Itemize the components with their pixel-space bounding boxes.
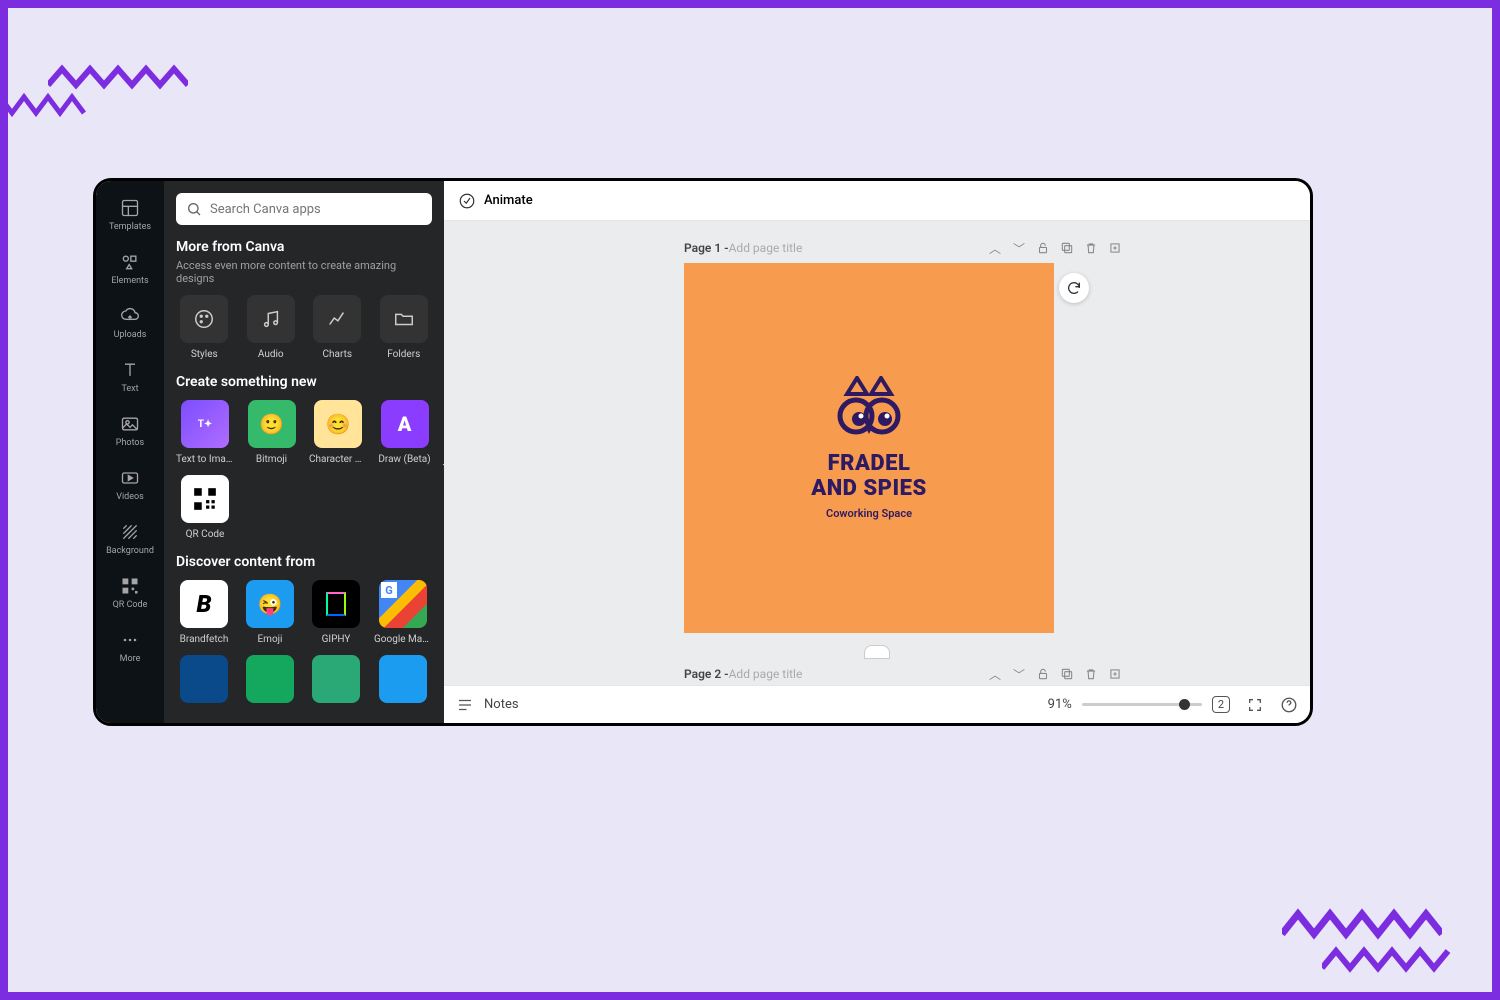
fullscreen-icon[interactable]: [1246, 696, 1264, 714]
rail-text[interactable]: Text: [98, 353, 162, 401]
owl-logo-icon: [829, 376, 909, 441]
tile-giphy[interactable]: GIPHY: [308, 580, 364, 645]
page-down-icon[interactable]: ﹀: [1010, 239, 1028, 257]
page-1-title-input[interactable]: Add page title: [729, 241, 803, 255]
app-window: Templates Elements Uploads Text Photos V…: [93, 178, 1313, 726]
tile-folders[interactable]: Folders: [376, 295, 433, 360]
canvas-area: Animate Page 1 - Add page title ︿ ﹀: [444, 181, 1310, 723]
search-icon: [186, 201, 202, 217]
folder-icon: [393, 308, 415, 330]
delete-icon[interactable]: [1082, 239, 1100, 257]
tile-google-maps[interactable]: GGoogle Maps: [374, 580, 432, 645]
help-icon[interactable]: [1280, 696, 1298, 714]
animate-button[interactable]: Animate: [484, 193, 533, 208]
tile-draw[interactable]: ADraw (Beta): [377, 400, 432, 465]
page-up-icon[interactable]: ︿: [986, 665, 1004, 683]
music-icon: [260, 308, 282, 330]
tile-emoji[interactable]: 😜Emoji: [242, 580, 298, 645]
search-input[interactable]: [210, 202, 422, 217]
editor-toolbar: Animate: [444, 181, 1310, 221]
tile-bitmoji[interactable]: 🙂Bitmoji: [244, 400, 299, 465]
logo-tagline: Coworking Space: [826, 507, 912, 520]
rail-videos[interactable]: Videos: [98, 461, 162, 509]
page-1-artboard[interactable]: FRADELAND SPIES Coworking Space: [684, 263, 1054, 633]
rail-uploads[interactable]: Uploads: [98, 299, 162, 347]
tile-styles[interactable]: Styles: [176, 295, 233, 360]
add-page-tab[interactable]: [864, 645, 890, 659]
rail-background[interactable]: Background: [98, 515, 162, 563]
section-create-title: Create something new: [176, 374, 432, 390]
section-more-sub: Access even more content to create amazi…: [176, 259, 432, 285]
page-down-icon[interactable]: ﹀: [1010, 665, 1028, 683]
page-2-header: Page 2 - Add page title ︿ ﹀: [684, 665, 1124, 683]
tile-charts[interactable]: Charts: [309, 295, 366, 360]
chart-icon: [326, 308, 348, 330]
duplicate-icon[interactable]: [1058, 665, 1076, 683]
page-1-header: Page 1 - Add page title ︿ ﹀: [684, 239, 1124, 257]
decoration-zigzag: [48, 63, 188, 93]
rail-more[interactable]: More: [98, 623, 162, 671]
decoration-zigzag: [1322, 946, 1462, 974]
logo-text: FRADELAND SPIES: [811, 451, 926, 501]
apps-panel: More from Canva Access even more content…: [164, 181, 444, 723]
page-2-title-input[interactable]: Add page title: [729, 667, 803, 681]
notes-icon: [456, 696, 474, 714]
tile-audio[interactable]: Audio: [243, 295, 300, 360]
section-more-title: More from Canva: [176, 239, 432, 255]
decoration-zigzag: [0, 93, 108, 119]
rail-qrcode[interactable]: QR Code: [98, 569, 162, 617]
rail-elements[interactable]: Elements: [98, 245, 162, 293]
page-count[interactable]: 2: [1212, 696, 1230, 713]
rail-photos[interactable]: Photos: [98, 407, 162, 455]
zoom-level[interactable]: 91%: [1048, 697, 1072, 712]
page-up-icon[interactable]: ︿: [986, 239, 1004, 257]
tile-brandfetch[interactable]: BBrandfetch: [176, 580, 232, 645]
palette-icon: [193, 308, 215, 330]
rail-templates[interactable]: Templates: [98, 191, 162, 239]
add-page-icon[interactable]: [1106, 665, 1124, 683]
tile-text-to-image[interactable]: T✦Text to Imag...: [176, 400, 234, 465]
tile-character-builder[interactable]: 😊Character B...: [309, 400, 367, 465]
notes-button[interactable]: Notes: [484, 697, 519, 712]
add-page-icon[interactable]: [1106, 239, 1124, 257]
tile-extra-4[interactable]: [374, 655, 432, 703]
stage: Page 1 - Add page title ︿ ﹀: [444, 221, 1310, 685]
footer-bar: Notes 91% 2: [444, 685, 1310, 723]
decoration-zigzag: [1282, 908, 1442, 942]
section-discover-title: Discover content from: [176, 554, 432, 570]
duplicate-icon[interactable]: [1058, 239, 1076, 257]
tile-extra-3[interactable]: [308, 655, 364, 703]
zoom-slider[interactable]: [1082, 703, 1202, 706]
nav-rail: Templates Elements Uploads Text Photos V…: [96, 181, 164, 723]
delete-icon[interactable]: [1082, 665, 1100, 683]
tile-qrcode[interactable]: QR Code: [176, 475, 234, 540]
lock-icon[interactable]: [1034, 239, 1052, 257]
animate-icon: [458, 192, 476, 210]
search-box[interactable]: [176, 193, 432, 225]
lock-icon[interactable]: [1034, 665, 1052, 683]
refresh-button[interactable]: [1059, 273, 1089, 303]
tile-extra-1[interactable]: [176, 655, 232, 703]
tile-extra-2[interactable]: [242, 655, 298, 703]
qrcode-icon: [192, 486, 218, 512]
